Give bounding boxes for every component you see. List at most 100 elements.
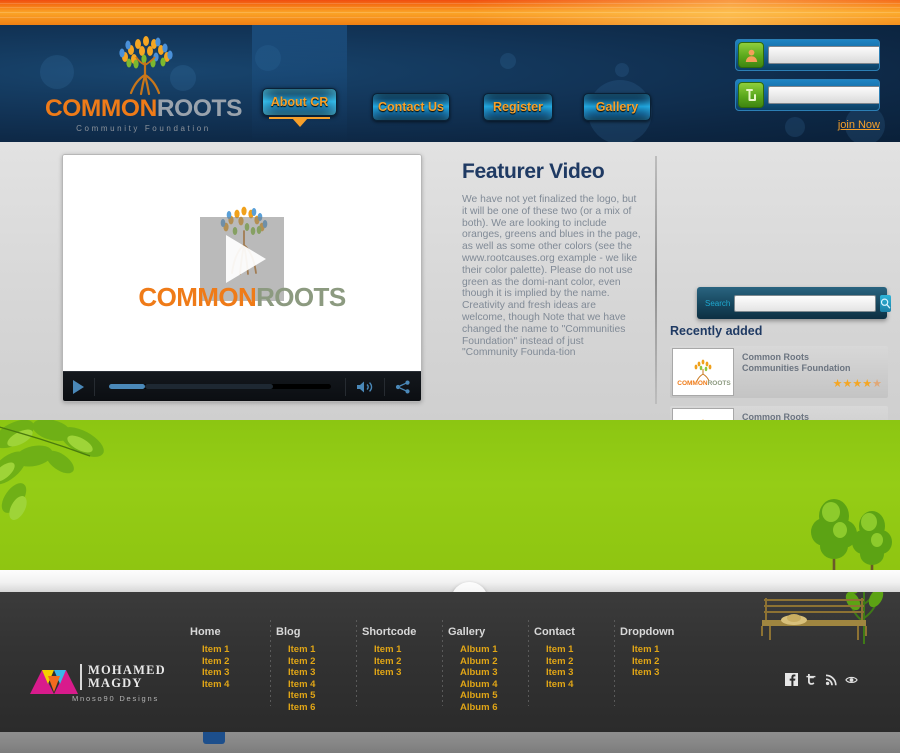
recently-added-item[interactable]: COMMONROOTSCommon RootsCommunities Found…	[670, 346, 888, 398]
footer-column-blog: Blog Item 1 Item 2 Item 3 Item 4 Item 5 Item 6	[270, 620, 362, 713]
footer-divider	[442, 620, 443, 706]
top-bar-line	[0, 12, 900, 13]
footer-link-list: Album 1 Album 2 Album 3 Album 4 Album 5 Album…	[448, 644, 534, 713]
featured-description: We have not yet finalized the logo, but …	[462, 194, 641, 359]
footer-link[interactable]: Album 4	[460, 679, 534, 691]
section-separator	[0, 570, 900, 592]
chevron-down-icon	[291, 118, 308, 127]
footer-link[interactable]: Item 1	[546, 644, 620, 656]
search-input[interactable]	[734, 294, 877, 312]
footer-column-heading: Shortcode	[362, 626, 417, 638]
tree-logo-icon	[694, 359, 712, 381]
video-wordmark: COMMONROOTS	[132, 282, 352, 313]
video-logo: COMMONROOTS	[132, 206, 352, 319]
nav-item-gallery[interactable]: Gallery	[583, 93, 651, 121]
nav-item-contact-us[interactable]: Contact Us	[372, 93, 450, 121]
video-progress-fill	[109, 384, 145, 389]
footer-link[interactable]: Album 1	[460, 644, 534, 656]
footer-link[interactable]: Item 3	[288, 667, 362, 679]
volume-icon[interactable]	[356, 380, 374, 394]
nav-item-about-cr[interactable]: About CR	[262, 88, 337, 127]
username-input[interactable]	[768, 46, 879, 64]
footer-link[interactable]: Item 4	[202, 679, 276, 691]
footer-link[interactable]: Item 3	[374, 667, 448, 679]
footer-divider	[614, 620, 615, 706]
footer-link[interactable]: Item 1	[374, 644, 448, 656]
bottom-bar	[0, 732, 900, 753]
footer-link[interactable]: Item 1	[288, 644, 362, 656]
footer-link[interactable]: Item 3	[202, 667, 276, 679]
footer-link-list: Item 1 Item 2 Item 3	[362, 644, 448, 679]
footer-link[interactable]: Item 1	[632, 644, 706, 656]
designer-name-line1: MOHAMED	[88, 663, 166, 677]
video-controls	[63, 371, 421, 401]
brand-rule	[80, 664, 82, 690]
vertical-divider	[655, 156, 657, 404]
twitter-icon[interactable]	[805, 673, 818, 686]
footer-column-home: Home Item 1 Item 2 Item 3 Item 4	[190, 626, 276, 713]
username-row	[735, 39, 880, 71]
footer-divider	[356, 620, 357, 706]
footer-link-list: Item 1 Item 2 Item 3	[620, 644, 706, 679]
footer-link[interactable]: Item 2	[202, 656, 276, 668]
item-body: Common RootsCommunities Foundation ★★★★★	[734, 346, 888, 398]
footer-column-gallery: Gallery Album 1 Album 2 Album 3 Album 4 Album…	[442, 620, 534, 713]
footer-link[interactable]: Item 2	[374, 656, 448, 668]
footer-link[interactable]: Item 5	[288, 690, 362, 702]
footer-link[interactable]: Item 1	[202, 644, 276, 656]
footer-link[interactable]: Item 2	[546, 656, 620, 668]
footer-link-list: Item 1 Item 2 Item 3 Item 4	[190, 644, 276, 690]
rss-icon[interactable]	[825, 673, 838, 686]
video-player[interactable]: COMMONROOTS	[62, 154, 422, 402]
footer-link[interactable]: Item 4	[546, 679, 620, 691]
footer-link[interactable]: Item 6	[288, 702, 362, 714]
video-screen[interactable]: COMMONROOTS	[63, 155, 421, 373]
leaves-decoration-icon	[0, 420, 104, 520]
footer-link[interactable]: Item 4	[288, 679, 362, 691]
footer-link[interactable]: Album 5	[460, 690, 534, 702]
facebook-icon[interactable]	[785, 673, 798, 686]
footer-link[interactable]: Item 2	[288, 656, 362, 668]
footer-link-list: Item 1 Item 2 Item 3 Item 4	[534, 644, 620, 690]
designer-name: MOHAMED MAGDY	[88, 664, 166, 690]
item-title: Common RootsCommunities Foundation	[742, 352, 851, 373]
play-button[interactable]	[73, 379, 84, 394]
footer-link[interactable]: Item 3	[546, 667, 620, 679]
eye-icon[interactable]	[845, 673, 858, 686]
nav-item-register[interactable]: Register	[483, 93, 553, 121]
social-links	[785, 673, 858, 686]
password-input[interactable]	[768, 86, 879, 104]
play-icon	[226, 235, 266, 283]
footer-link-list: Item 1 Item 2 Item 3 Item 4 Item 5 Item 6	[276, 644, 362, 713]
nav-label: Gallery	[595, 100, 639, 114]
footer-link[interactable]: Album 3	[460, 667, 534, 679]
footer-navigation: Home Item 1 Item 2 Item 3 Item 4 Blog Item 1 It…	[190, 620, 706, 713]
site-header: COMMONROOTS Community Foundation About C…	[0, 25, 900, 142]
footer-link[interactable]: Item 2	[632, 656, 706, 668]
video-logo-primary: COMMON	[138, 282, 257, 312]
share-icon[interactable]	[395, 380, 411, 394]
video-progress-bar[interactable]	[109, 384, 331, 389]
item-thumbnail: COMMONROOTS	[672, 348, 734, 396]
search-label: Search	[705, 298, 731, 308]
footer-link[interactable]: Item 3	[632, 667, 706, 679]
site-footer: Home Item 1 Item 2 Item 3 Item 4 Blog Item 1 It…	[0, 592, 900, 732]
designer-credit: MOHAMED MAGDY Mnoso90 Designs	[28, 662, 198, 706]
footer-link[interactable]: Album 2	[460, 656, 534, 668]
footer-column-heading: Blog	[276, 626, 301, 638]
footer-column-shortcode: Shortcode Item 1 Item 2 Item 3	[356, 620, 448, 713]
control-divider	[345, 377, 346, 396]
control-divider	[94, 377, 95, 396]
footer-link[interactable]: Album 6	[460, 702, 534, 714]
recently-added-title: Recently added	[670, 324, 763, 338]
key-icon	[738, 82, 764, 108]
main-content-area: COMMONROOTS Featurer Video We have not y…	[0, 142, 900, 536]
top-bar-line	[0, 17, 900, 18]
designer-name-line2: MAGDY	[88, 676, 143, 690]
top-bar-line	[0, 3, 900, 4]
page-title: Featurer Video	[462, 160, 605, 183]
video-buffer	[144, 384, 274, 389]
search-button[interactable]	[880, 294, 892, 312]
rating-stars[interactable]: ★★★★★	[742, 377, 882, 390]
join-now-link[interactable]: join Now	[735, 119, 880, 131]
